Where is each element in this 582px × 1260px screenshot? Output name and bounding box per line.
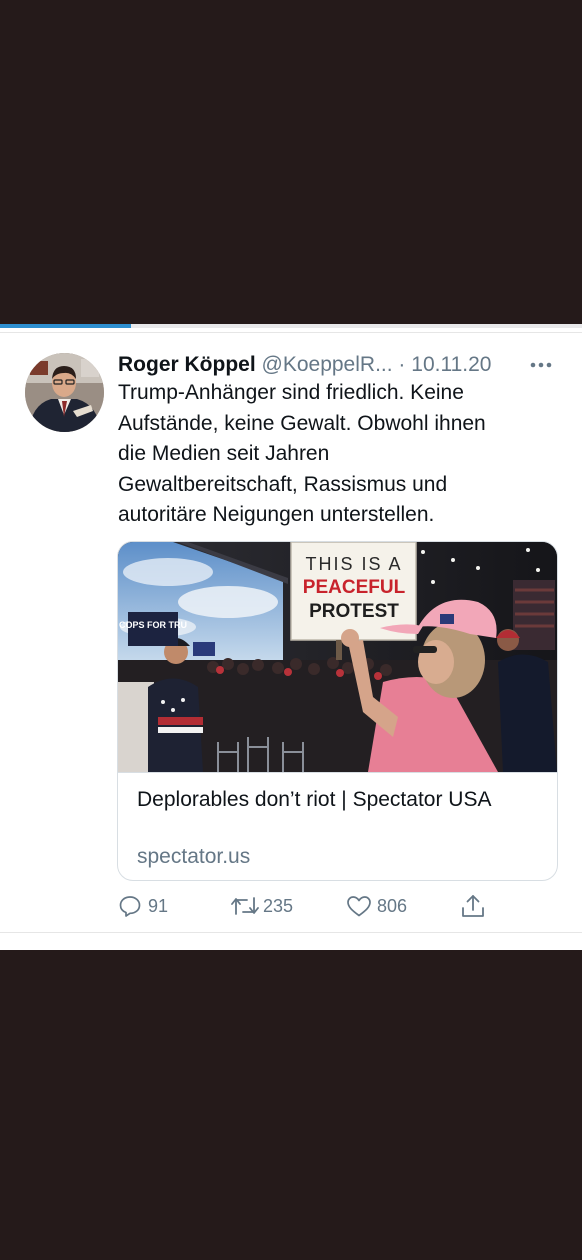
link-card-divider — [118, 772, 557, 773]
tweet-header: Roger Köppel @KoeppelR... · 10.11.20 — [118, 350, 558, 380]
link-title[interactable]: Deplorables don’t riot | Spectator USA — [137, 786, 537, 813]
tweet-actions: 91 235 806 — [118, 890, 558, 922]
divider — [0, 932, 582, 933]
video-letterbox-top — [0, 0, 582, 324]
tweet-card[interactable]: Roger Köppel @KoeppelR... · 10.11.20 Tru… — [0, 328, 582, 950]
author-name[interactable]: Roger Köppel — [118, 353, 256, 376]
sign-line-1: THIS IS A — [305, 554, 402, 574]
reply-button[interactable]: 91 — [118, 890, 168, 922]
sign-line-2: PEACEFUL — [303, 577, 406, 598]
divider — [0, 332, 582, 333]
reply-icon — [119, 896, 141, 917]
link-preview-image: COPS FOR TRU THIS IS A PEACEFUL PROTEST — [118, 542, 557, 772]
sign-line-3: PROTEST — [309, 601, 399, 622]
link-preview-card[interactable]: COPS FOR TRU THIS IS A PEACEFUL PROTEST … — [117, 541, 558, 881]
retweet-icon — [231, 897, 259, 915]
reply-count: 91 — [148, 895, 169, 916]
like-count: 806 — [377, 895, 408, 916]
more-horizontal-icon[interactable] — [528, 350, 554, 380]
retweet-button[interactable]: 235 — [230, 890, 293, 922]
like-button[interactable]: 806 — [346, 890, 407, 922]
link-domain[interactable]: spectator.us — [137, 843, 537, 871]
share-button[interactable] — [460, 890, 486, 922]
video-letterbox-bottom — [0, 950, 582, 1260]
author-handle[interactable]: @KoeppelR... — [262, 353, 393, 376]
small-sign-text: COPS FOR TRU — [119, 620, 187, 630]
separator-dot: · — [398, 353, 406, 376]
heart-icon — [347, 896, 371, 917]
avatar[interactable] — [25, 353, 104, 432]
retweet-count: 235 — [263, 895, 294, 916]
tweet-date[interactable]: 10.11.20 — [411, 353, 491, 376]
share-icon — [462, 895, 484, 917]
tweet-text: Trump-Anhänger sind friedlich. Keine Auf… — [118, 381, 486, 526]
avatar-photo — [25, 353, 104, 432]
